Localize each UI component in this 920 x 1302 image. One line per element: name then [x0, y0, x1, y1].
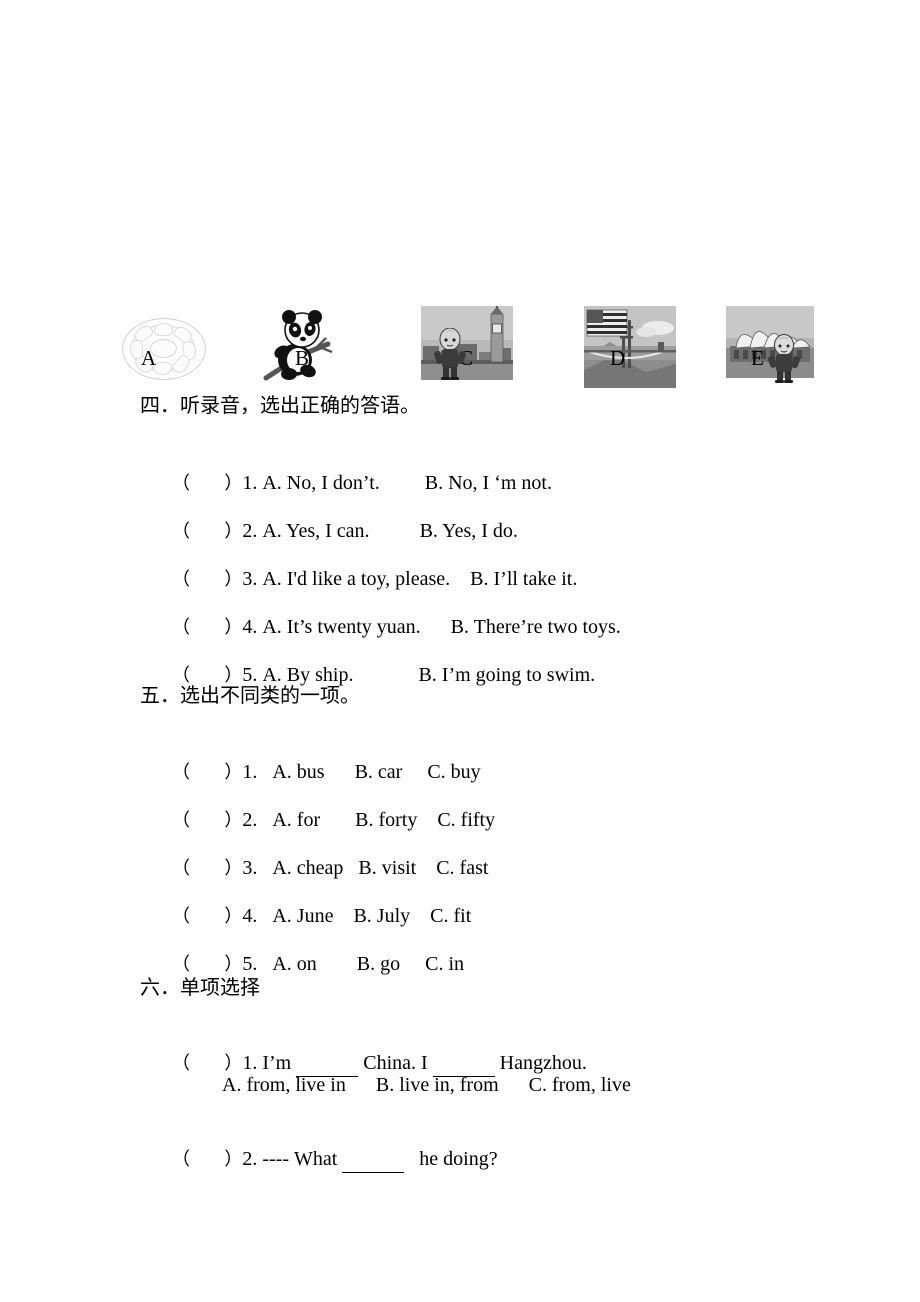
question-number: 4.	[242, 616, 258, 638]
answer-bracket[interactable]: （ ）	[172, 473, 242, 494]
question-number: 2.	[242, 1148, 258, 1170]
option-b[interactable]: B. car	[355, 761, 403, 783]
option-a[interactable]: A. June	[272, 905, 333, 927]
option-b[interactable]: B. visit	[358, 857, 416, 879]
answer-bracket[interactable]: （ ）	[172, 617, 242, 638]
answer-bracket[interactable]: （ ）	[172, 906, 242, 927]
boy-figure-sydney	[768, 334, 800, 383]
option-b[interactable]: B. I’m going to swim.	[418, 664, 595, 686]
picture-label-d: D	[610, 346, 626, 370]
question-number: 3.	[242, 568, 258, 590]
option-b[interactable]: B. go	[357, 953, 400, 975]
answer-bracket[interactable]: （ ）	[172, 762, 242, 783]
option-b[interactable]: B. I’ll take it.	[470, 568, 577, 590]
section-six-heading: 六．单项选择	[140, 975, 260, 999]
section-six-question-2: （ ）2. ---- What he doing?	[152, 1120, 498, 1199]
section-six-question-1-options[interactable]: A. from, live in B. live in, from C. fro…	[222, 1072, 631, 1098]
question-number: 5.	[242, 953, 258, 975]
question-number: 2.	[242, 809, 258, 831]
stem-part-1: ---- What	[262, 1148, 343, 1170]
answer-bracket[interactable]: （ ）	[172, 1053, 242, 1074]
boy-figure-london	[434, 328, 466, 380]
answer-bracket[interactable]: （ ）	[172, 858, 242, 879]
option-c[interactable]: C. fifty	[437, 809, 495, 831]
answer-bracket[interactable]: （ ）	[172, 521, 242, 542]
stem-part-3: Hangzhou.	[494, 1052, 587, 1074]
option-c[interactable]: C. in	[425, 953, 464, 975]
question-number: 1.	[242, 472, 258, 494]
option-a[interactable]: A. No, I don’t.	[262, 472, 379, 494]
option-c[interactable]: C. fit	[430, 905, 471, 927]
question-number: 1.	[242, 761, 258, 783]
picture-row	[0, 148, 920, 388]
option-c[interactable]: C. buy	[427, 761, 480, 783]
answer-bracket[interactable]: （ ）	[172, 954, 242, 975]
answer-bracket[interactable]: （ ）	[172, 810, 242, 831]
section-four-heading: 四．听录音，选出正确的答语。	[140, 393, 420, 417]
picture-label-e: E	[751, 346, 764, 370]
option-a[interactable]: A. cheap	[272, 857, 343, 879]
picture-label-b: B	[295, 346, 310, 370]
question-number: 1.	[242, 1052, 258, 1074]
option-b[interactable]: B. No, I ‘m not.	[425, 472, 552, 494]
option-a[interactable]: A. Yes, I can.	[262, 520, 369, 542]
fill-blank[interactable]	[342, 1146, 405, 1173]
option-b[interactable]: B. forty	[355, 809, 417, 831]
option-a[interactable]: A. on	[272, 953, 316, 975]
option-a[interactable]: A. I'd like a toy, please.	[262, 568, 450, 590]
stem-part-1: I’m	[262, 1052, 297, 1074]
answer-bracket[interactable]: （ ）	[172, 569, 242, 590]
option-c[interactable]: C. fast	[436, 857, 488, 879]
stem-part-2: he doing?	[404, 1148, 498, 1170]
option-b[interactable]: B. Yes, I do.	[420, 520, 518, 542]
question-number: 3.	[242, 857, 258, 879]
option-a[interactable]: A. for	[272, 809, 320, 831]
option-b[interactable]: B. July	[353, 905, 410, 927]
stem-part-2: China. I	[358, 1052, 433, 1074]
option-a[interactable]: A. It’s twenty yuan.	[262, 616, 420, 638]
question-number: 2.	[242, 520, 258, 542]
section-five-heading: 五．选出不同类的一项。	[140, 683, 360, 707]
option-b[interactable]: B. There’re two toys.	[451, 616, 621, 638]
worksheet-page: A B C D E 四．听录音，选出正确的答语。 （ ）1. A. No, I …	[0, 0, 920, 1302]
question-number: 4.	[242, 905, 258, 927]
option-a[interactable]: A. bus	[272, 761, 324, 783]
picture-label-a: A	[141, 346, 157, 370]
answer-bracket[interactable]: （ ）	[172, 1149, 242, 1170]
dumpling-petal	[154, 323, 173, 336]
